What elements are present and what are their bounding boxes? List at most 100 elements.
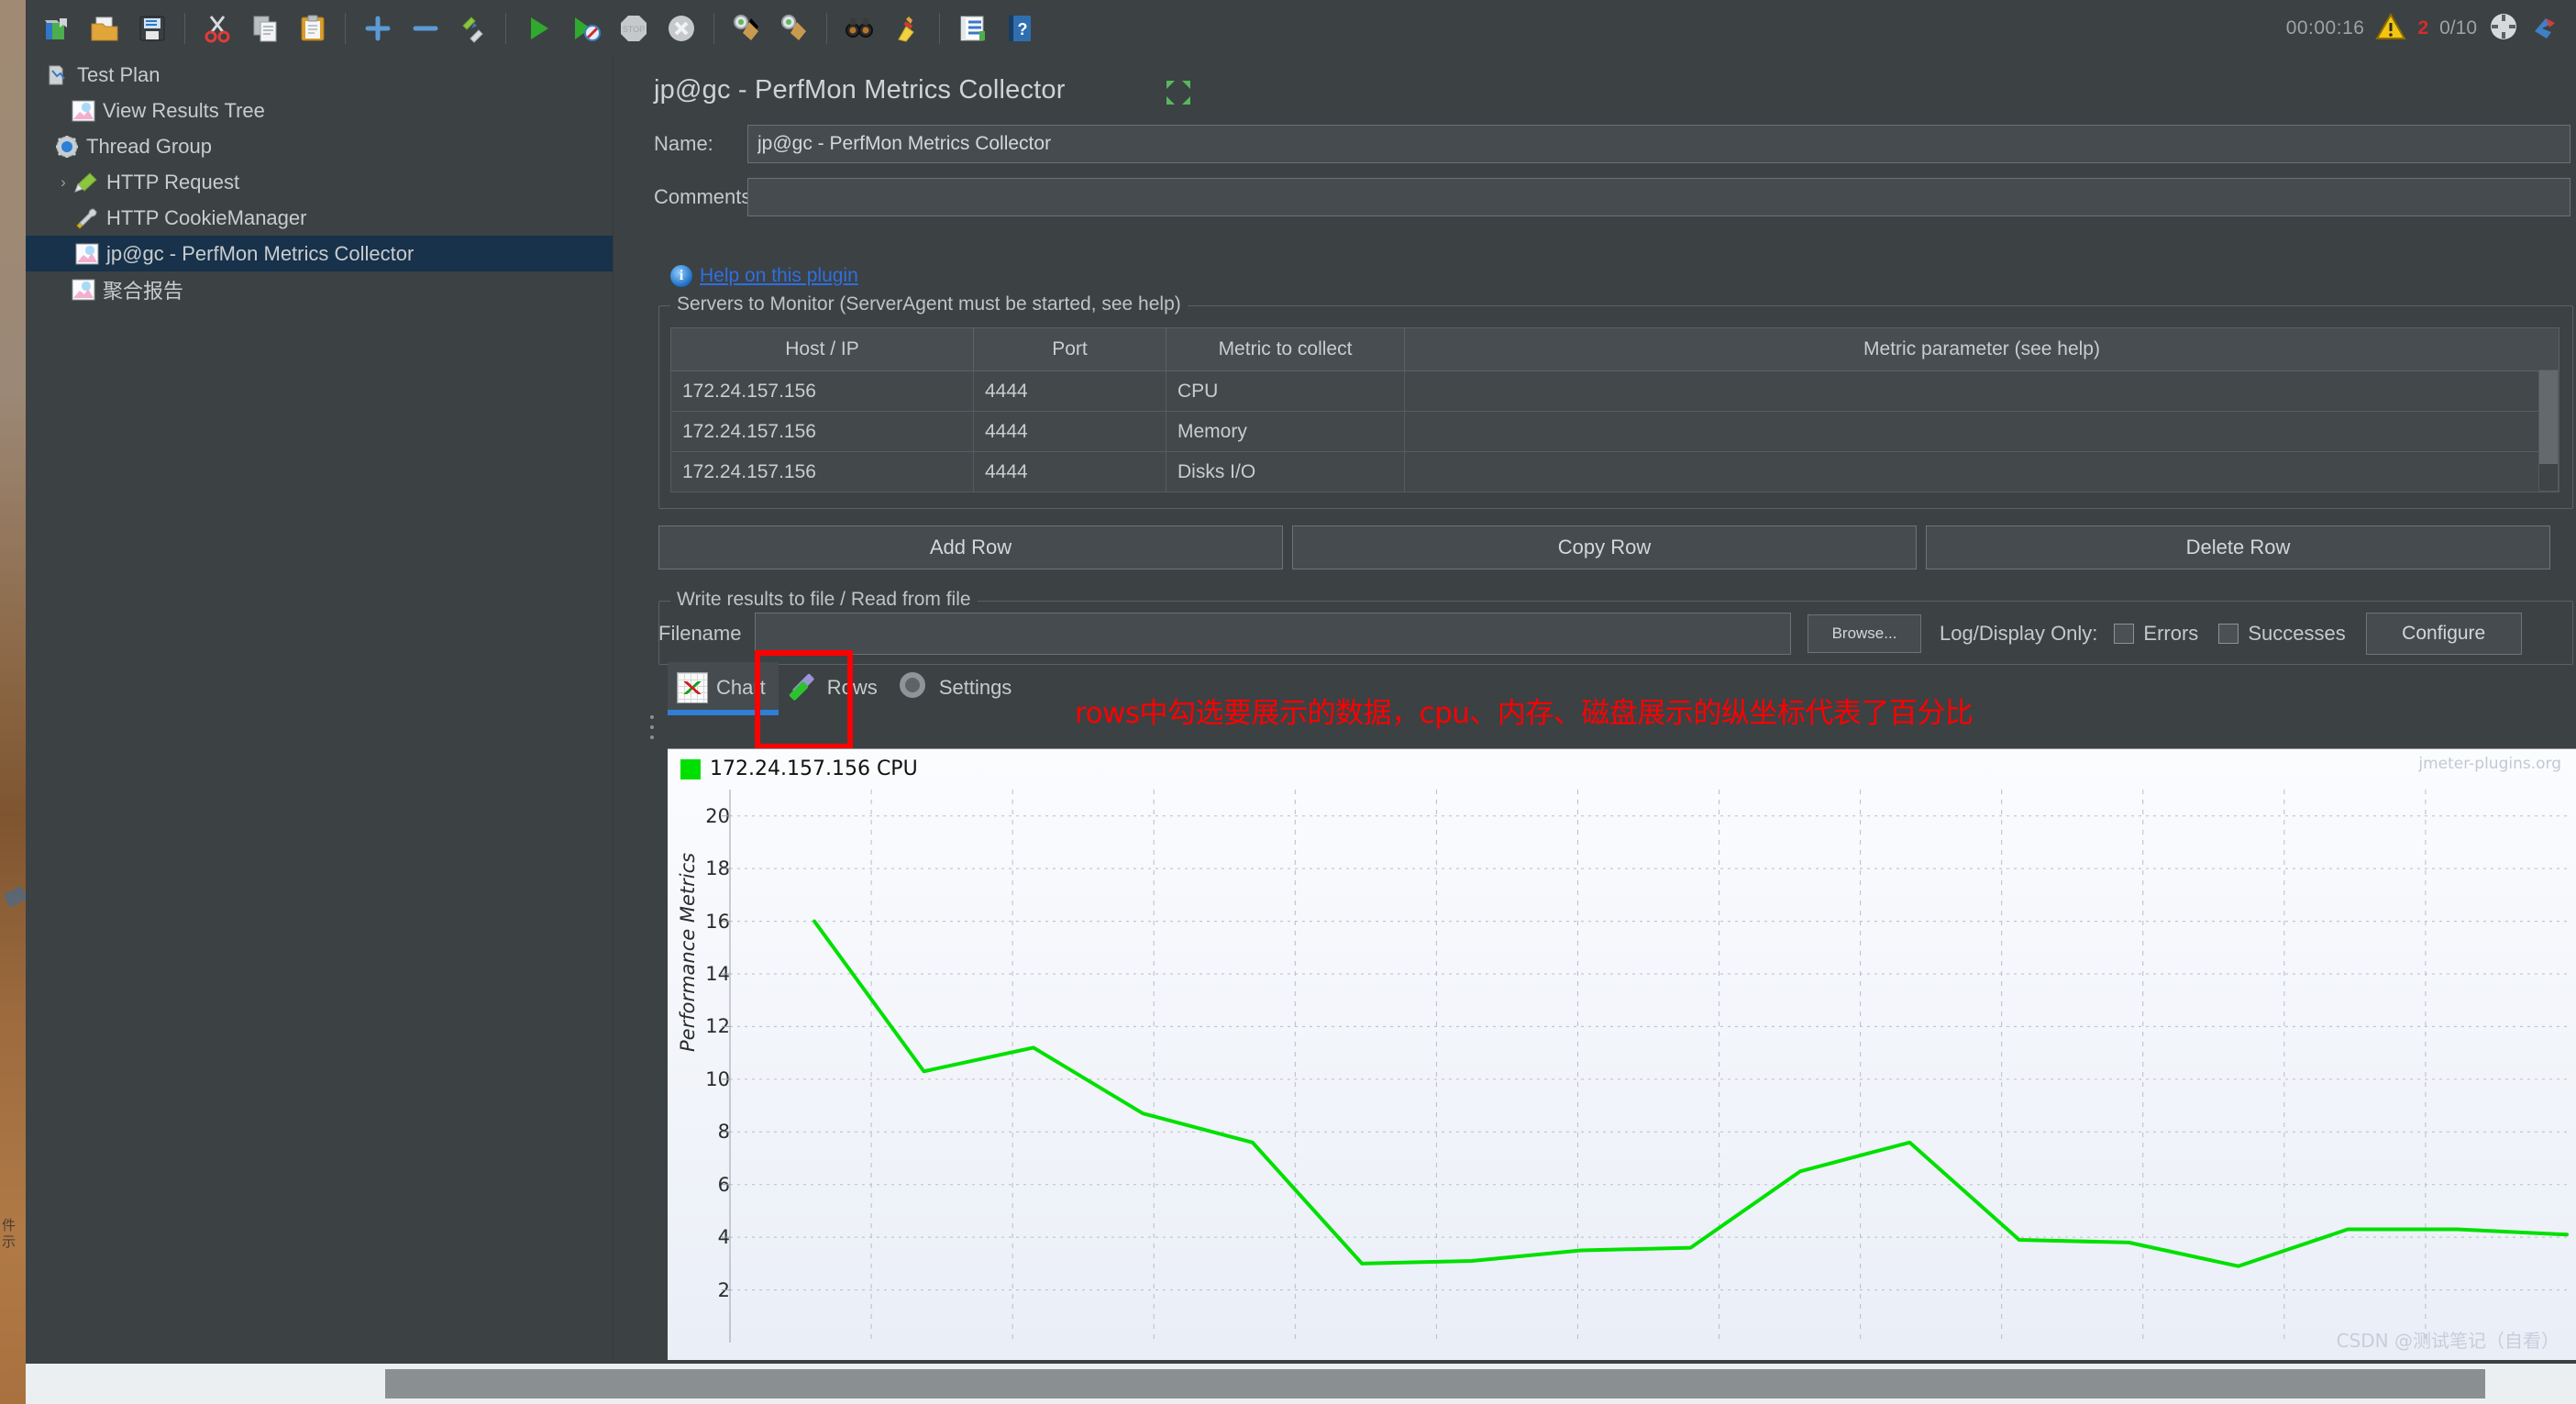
table-header-row: Host / IP Port Metric to collect Metric …: [670, 327, 2559, 371]
tree-node-view-results-tree[interactable]: View Results Tree: [26, 93, 619, 128]
tree-node-http-request[interactable]: › HTTP Request: [26, 164, 619, 200]
reset-search-icon[interactable]: [887, 8, 927, 49]
tree-node-test-plan[interactable]: Test Plan: [26, 57, 619, 93]
aggregate-report-icon: [70, 278, 97, 302]
copy-row-button[interactable]: Copy Row: [1292, 525, 1917, 569]
tree-node-thread-group[interactable]: Thread Group: [26, 128, 619, 164]
filename-row: Filename Browse... Log/Display Only: Err…: [658, 613, 2522, 655]
table-row[interactable]: 172.24.157.156 4444 CPU: [670, 370, 2559, 412]
cell-port[interactable]: 4444: [973, 411, 1166, 452]
tab-chart[interactable]: Chart: [668, 662, 779, 715]
table-row[interactable]: 172.24.157.156 4444 Memory: [670, 411, 2559, 452]
filename-label: Filename: [658, 622, 742, 645]
cell-metric-parameter[interactable]: [1404, 370, 2559, 412]
successes-checkbox[interactable]: [2218, 624, 2239, 644]
active-thread-count: 0/10: [2439, 17, 2477, 39]
column-header-metric[interactable]: Metric to collect: [1166, 327, 1405, 371]
servers-fieldset-legend: Servers to Monitor (ServerAgent must be …: [670, 293, 1188, 315]
chart-drag-handle[interactable]: [647, 715, 657, 739]
column-header-host[interactable]: Host / IP: [670, 327, 974, 371]
servers-table-scrollbar[interactable]: [2538, 370, 2559, 492]
filename-input[interactable]: [755, 613, 1791, 655]
function-helper-icon[interactable]: [952, 8, 992, 49]
horizontal-scrollbar[interactable]: [26, 1364, 2576, 1404]
tree-node-perfmon-metrics-collector[interactable]: jp@gc - PerfMon Metrics Collector: [26, 236, 619, 271]
name-input[interactable]: [747, 125, 2570, 163]
successes-label: Successes: [2248, 622, 2346, 645]
chart-tab-icon: [677, 672, 708, 703]
http-request-icon: [73, 171, 101, 194]
open-icon[interactable]: [84, 8, 125, 49]
column-header-port[interactable]: Port: [973, 327, 1166, 371]
scrollbar-thumb[interactable]: [2539, 370, 2558, 465]
tab-settings[interactable]: Settings: [890, 662, 1025, 715]
start-icon[interactable]: [518, 8, 558, 49]
help-on-this-plugin-link[interactable]: Help on this plugin: [700, 265, 858, 287]
column-header-metric-parameter[interactable]: Metric parameter (see help): [1404, 327, 2559, 371]
cell-host[interactable]: 172.24.157.156: [670, 370, 974, 412]
toolbar-status: 00:00:16 2 0/10: [2286, 11, 2576, 47]
tab-rows[interactable]: Rows: [779, 662, 890, 715]
elapsed-time: 00:00:16: [2285, 17, 2365, 39]
test-plan-tree[interactable]: Test Plan View Results Tree Thread Group…: [26, 57, 620, 1360]
delete-row-button[interactable]: Delete Row: [1926, 525, 2550, 569]
chevron-right-icon[interactable]: ›: [53, 173, 73, 192]
clear-icon[interactable]: [726, 8, 767, 49]
http-cookie-manager-icon: [73, 206, 101, 230]
toggle-icon[interactable]: [453, 8, 493, 49]
table-row[interactable]: 172.24.157.156 4444 Disks I/O: [670, 451, 2559, 492]
tree-node-label: View Results Tree: [103, 98, 265, 122]
expand-all-icon[interactable]: [358, 8, 398, 49]
help-link-row: i Help on this plugin: [670, 265, 858, 287]
warning-icon[interactable]: [2375, 12, 2407, 45]
chart-plot-area: [722, 790, 2569, 1343]
tab-label: Rows: [826, 676, 878, 699]
errors-checkbox[interactable]: [2114, 624, 2135, 644]
toolbar-separator: [713, 13, 714, 44]
tree-node-aggregate-report[interactable]: 聚合报告: [26, 271, 619, 307]
test-plan-icon: [44, 63, 72, 87]
cell-host[interactable]: 172.24.157.156: [670, 411, 974, 452]
comments-label: Comments:: [654, 185, 757, 208]
start-no-pauses-icon[interactable]: [566, 8, 606, 49]
servers-table[interactable]: Host / IP Port Metric to collect Metric …: [670, 327, 2559, 492]
cell-port[interactable]: 4444: [973, 451, 1166, 492]
cell-metric-parameter[interactable]: [1404, 451, 2559, 492]
svg-text:?: ?: [1018, 20, 1028, 39]
name-label: Name:: [654, 132, 713, 155]
cut-icon[interactable]: [197, 8, 238, 49]
panel-splitter[interactable]: [613, 57, 621, 1360]
clear-all-icon[interactable]: [774, 8, 814, 49]
desktop-icon-sliver: [3, 885, 28, 909]
add-row-button[interactable]: Add Row: [658, 525, 1283, 569]
tree-node-label: Thread Group: [86, 134, 212, 158]
tree-node-label: HTTP Request: [106, 170, 240, 193]
search-icon[interactable]: [839, 8, 879, 49]
toolbar-separator: [505, 13, 506, 44]
shutdown-icon: [661, 8, 702, 49]
cell-metric[interactable]: Memory: [1166, 411, 1405, 452]
status-gear-icon[interactable]: [2488, 11, 2519, 47]
help-icon[interactable]: ?: [1000, 8, 1040, 49]
svg-text:STOP: STOP: [623, 25, 645, 34]
notify-icon[interactable]: [2530, 11, 2561, 47]
configure-button[interactable]: Configure: [2365, 613, 2522, 655]
cell-metric[interactable]: Disks I/O: [1166, 451, 1405, 492]
tab-label: Settings: [938, 676, 1012, 699]
comments-input[interactable]: [747, 178, 2570, 216]
cell-metric-parameter[interactable]: [1404, 411, 2559, 452]
new-test-plan-icon[interactable]: [37, 8, 77, 49]
cell-metric[interactable]: CPU: [1166, 370, 1405, 412]
cell-port[interactable]: 4444: [973, 370, 1166, 412]
browse-button[interactable]: Browse...: [1808, 614, 1921, 653]
copy-icon[interactable]: [245, 8, 285, 49]
tree-node-http-cookie-manager[interactable]: HTTP CookieManager: [26, 200, 619, 236]
collapse-all-icon[interactable]: [405, 8, 446, 49]
paste-icon[interactable]: [293, 8, 333, 49]
annotation-text: rows中勾选要展示的数据，cpu、内存、磁盘展示的纵坐标代表了百分比: [1075, 697, 1973, 730]
tab-label: Chart: [716, 676, 766, 699]
save-icon[interactable]: [132, 8, 172, 49]
cell-host[interactable]: 172.24.157.156: [670, 451, 974, 492]
scrollbar-thumb[interactable]: [385, 1369, 2485, 1398]
expand-arrows-icon[interactable]: [1162, 77, 1195, 108]
